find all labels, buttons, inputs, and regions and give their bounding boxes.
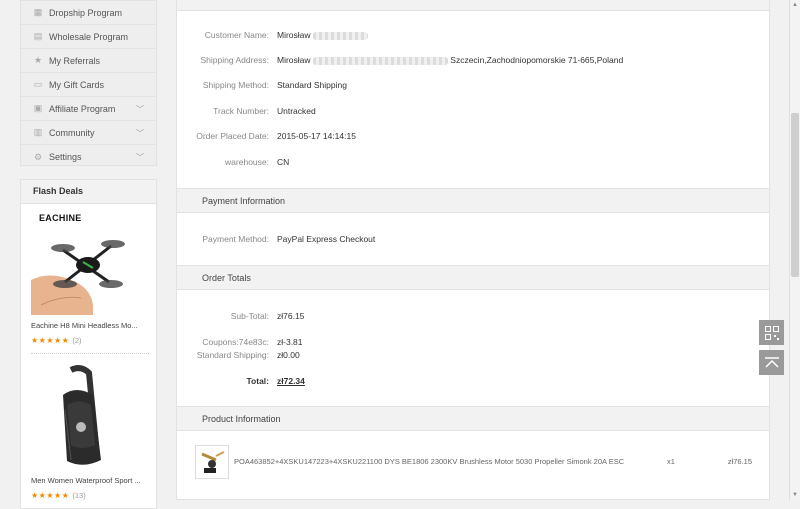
order-item-row: POA463852+4XSKU147223+4XSKU221100 DYS BE… bbox=[177, 443, 769, 483]
chevron-down-icon: ﹀ bbox=[136, 105, 144, 114]
coupons-row: Coupons:74e83c: zł-3.81 bbox=[177, 337, 769, 351]
product-sku-description[interactable]: POA463852+4XSKU147223+4XSKU221100 DYS BE… bbox=[234, 457, 624, 466]
star-rating-icon: ★★★★★ bbox=[31, 491, 70, 500]
track-number-row: Track Number: Untracked bbox=[177, 106, 769, 120]
payment-method-value: PayPal Express Checkout bbox=[277, 234, 376, 244]
chevron-down-icon: ﹀ bbox=[136, 129, 144, 138]
coupons-value: zł-3.81 bbox=[277, 337, 303, 347]
order-totals-header: Order Totals bbox=[177, 265, 769, 290]
shipping-cost-row: Standard Shipping: zł0.00 bbox=[177, 350, 769, 364]
total-row: Total: zł72.34 bbox=[177, 376, 769, 390]
product-name[interactable]: Eachine H8 Mini Headless Mo... bbox=[31, 321, 145, 330]
sidebar-item-community[interactable]: ▥ Community ﹀ bbox=[21, 121, 156, 145]
subtotal-row: Sub-Total: zł76.15 bbox=[177, 311, 769, 325]
order-details-panel: Customer Name: Mirosław Shipping Address… bbox=[176, 0, 770, 500]
customer-name-value: Mirosław bbox=[277, 30, 368, 40]
field-label: Coupons:74e83c: bbox=[202, 337, 269, 347]
total-value: zł72.34 bbox=[277, 376, 305, 386]
sidebar-item-label: Wholesale Program bbox=[49, 31, 129, 42]
field-label: Customer Name: bbox=[204, 30, 269, 40]
gift-card-icon: ▭ bbox=[33, 79, 43, 89]
flash-deal-product[interactable]: Men Women Waterproof Sport ... ★★★★★ (13) bbox=[31, 365, 149, 500]
product-quantity: x1 bbox=[667, 457, 675, 466]
qr-code-button[interactable] bbox=[759, 320, 784, 345]
sidebar-item-affiliate[interactable]: ▣ Affiliate Program ﹀ bbox=[21, 97, 156, 121]
star-icon: ★ bbox=[33, 55, 43, 65]
drone-image[interactable]: EACHINE bbox=[31, 210, 141, 315]
affiliate-icon: ▣ bbox=[33, 103, 43, 113]
subtotal-value: zł76.15 bbox=[277, 311, 305, 321]
scroll-down-arrow-icon[interactable]: ▼ bbox=[790, 490, 800, 500]
sidebar-item-settings[interactable]: ⚙ Settings ﹀ bbox=[21, 145, 156, 169]
sidebar-item-label: Settings bbox=[49, 152, 82, 162]
flash-deals-panel: Flash Deals EACHINE Eachine H8 Mini Head… bbox=[20, 179, 157, 509]
product-thumbnail[interactable] bbox=[195, 445, 229, 479]
warehouse-value: CN bbox=[277, 157, 290, 167]
review-count[interactable]: (2) bbox=[72, 336, 81, 345]
flash-deals-title: Flash Deals bbox=[21, 180, 156, 204]
bag-image[interactable] bbox=[31, 365, 141, 470]
field-label: Payment Method: bbox=[202, 234, 269, 244]
sidebar-item-wholesale[interactable]: ▤ Wholesale Program bbox=[21, 25, 156, 49]
back-to-top-button[interactable] bbox=[759, 350, 784, 375]
order-placed-row: Order Placed Date: 2015-05-17 14:14:15 bbox=[177, 131, 769, 145]
scroll-up-arrow-icon[interactable]: ▲ bbox=[790, 0, 800, 10]
chevron-down-icon: ﹀ bbox=[136, 153, 144, 162]
page-scrollbar[interactable]: ▲ ▼ bbox=[789, 0, 800, 500]
field-label: Order Placed Date: bbox=[196, 131, 269, 141]
sidebar-item-label: Community bbox=[49, 127, 95, 138]
gear-icon: ⚙ bbox=[33, 151, 43, 162]
chevron-up-icon bbox=[764, 356, 779, 368]
star-rating-icon: ★★★★★ bbox=[31, 336, 70, 345]
order-placed-value: 2015-05-17 14:14:15 bbox=[277, 131, 356, 141]
redacted-text bbox=[312, 56, 448, 65]
scrollbar-thumb[interactable] bbox=[791, 113, 799, 277]
account-sidebar-menu: ▦ Dropship Program ▤ Wholesale Program ★… bbox=[20, 0, 157, 166]
shipping-method-row: Shipping Method: Standard Shipping bbox=[177, 80, 769, 94]
sidebar-item-label: Affiliate Program bbox=[49, 103, 116, 114]
field-label: Shipping Method: bbox=[202, 80, 269, 90]
wholesale-icon: ▤ bbox=[33, 31, 43, 41]
shipping-address-row: Shipping Address: Mirosław Szczecin,Zach… bbox=[177, 55, 769, 69]
flash-deal-product[interactable]: EACHINE Eachine H8 Mini Headless Mo... ★… bbox=[31, 210, 149, 345]
customer-name-row: Customer Name: Mirosław bbox=[177, 30, 769, 44]
sidebar-item-dropship[interactable]: ▦ Dropship Program bbox=[21, 1, 156, 25]
warehouse-row: warehouse: CN bbox=[177, 157, 769, 171]
sidebar-item-referrals[interactable]: ★ My Referrals bbox=[21, 49, 156, 73]
product-price: zł76.15 bbox=[727, 457, 752, 466]
product-rating: ★★★★★ (13) bbox=[31, 491, 149, 500]
payment-method-row: Payment Method: PayPal Express Checkout bbox=[177, 234, 769, 248]
product-name[interactable]: Men Women Waterproof Sport ... bbox=[31, 476, 145, 485]
sidebar-item-label: My Gift Cards bbox=[49, 79, 105, 90]
field-label: Sub-Total: bbox=[230, 311, 269, 321]
community-icon: ▥ bbox=[33, 127, 43, 137]
divider bbox=[31, 353, 149, 354]
panel-top-strip bbox=[177, 0, 769, 11]
field-label: Track Number: bbox=[213, 106, 269, 116]
field-label: Total: bbox=[246, 376, 269, 386]
redacted-text bbox=[312, 31, 368, 40]
shipping-cost-value: zł0.00 bbox=[277, 350, 300, 360]
review-count[interactable]: (13) bbox=[72, 491, 85, 500]
track-number-value: Untracked bbox=[277, 106, 316, 116]
product-information-header: Product Information bbox=[177, 406, 769, 431]
sidebar-item-gift-cards[interactable]: ▭ My Gift Cards bbox=[21, 73, 156, 97]
field-label: warehouse: bbox=[225, 157, 269, 167]
shipping-address-value: Mirosław Szczecin,Zachodniopomorskie 71-… bbox=[277, 55, 624, 65]
dropship-icon: ▦ bbox=[33, 7, 43, 17]
sidebar-item-label: My Referrals bbox=[49, 55, 101, 66]
field-label: Standard Shipping: bbox=[196, 350, 269, 360]
shipping-method-value: Standard Shipping bbox=[277, 80, 347, 90]
sidebar-item-label: Dropship Program bbox=[49, 7, 123, 18]
product-rating: ★★★★★ (2) bbox=[31, 336, 149, 345]
qr-code-icon bbox=[764, 325, 779, 340]
field-label: Shipping Address: bbox=[200, 55, 269, 65]
payment-information-header: Payment Information bbox=[177, 188, 769, 213]
